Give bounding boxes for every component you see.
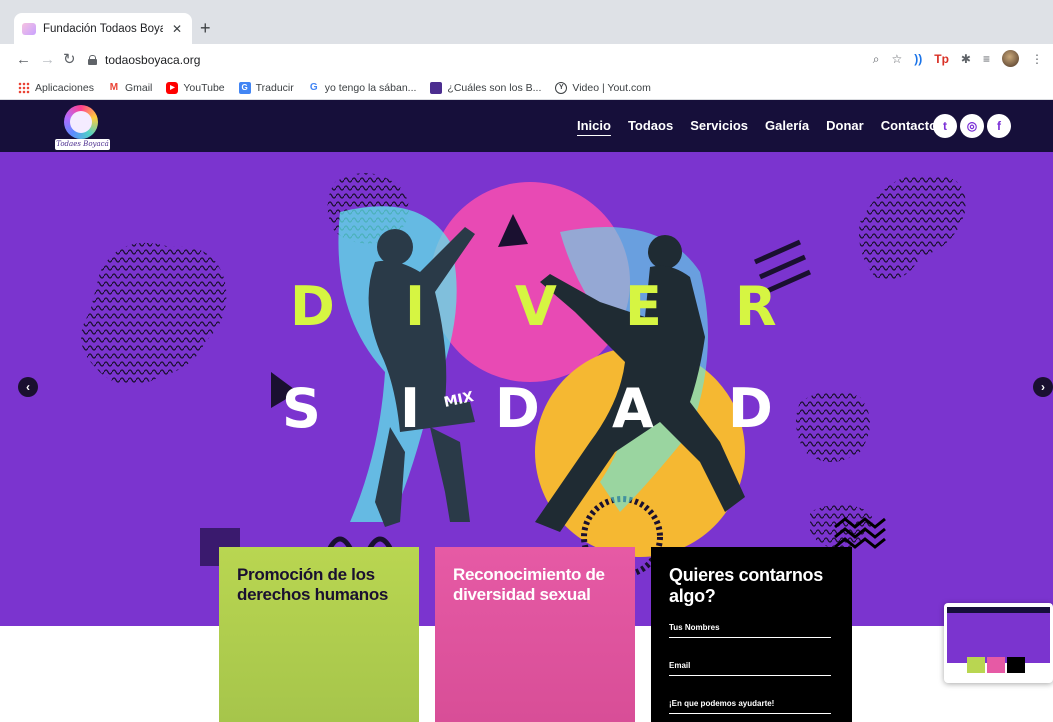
card-title: Promoción de los derechos humanos [237,565,389,604]
bookmark-translate[interactable]: G Traducir [238,81,294,94]
google-icon: G [309,81,318,93]
card-derechos-humanos[interactable]: Promoción de los derechos humanos [219,547,419,722]
bookmark-label: YouTube [183,81,225,94]
yout-icon: Y [555,81,568,94]
bookmark-label: Gmail [124,81,153,94]
lock-icon [88,55,97,65]
hero-letter: A [612,377,654,440]
hero-letter: D [290,275,335,338]
menu-item-servicios[interactable]: Servicios [690,118,748,133]
gmail-icon: M [109,81,119,93]
message-field[interactable]: ¡En que podemos ayudarte! [669,699,831,714]
menu-item-galeria[interactable]: Galería [765,118,809,133]
slider-prev-icon[interactable]: ‹ [18,377,38,397]
zoom-icon[interactable]: ⌕ [873,51,880,67]
hero-letter: V [515,275,557,338]
bookmark-label: ¿Cuáles son los B... [447,81,542,94]
menu-item-donar[interactable]: Donar [826,118,864,133]
hero-letter: I [405,275,426,338]
extension-tp-icon[interactable]: Tp [934,51,949,67]
bookmark-google-search[interactable]: G yo tengo la sában... [308,82,417,94]
toolbar-actions: ⌕ ☆ )) Tp ✱ ≡ ⋮ [873,50,1043,67]
forward-arrow-icon[interactable]: → [40,51,55,69]
reading-list-icon[interactable]: ≡ [983,51,990,67]
bookmarks-bar: Aplicaciones M Gmail ▶ YouTube G Traduci… [0,76,1053,100]
apps-grid-icon [18,81,30,94]
tab-title: Fundación Todaos Boyaca | Fu [43,22,163,35]
bookmark-star-icon[interactable]: ☆ [891,51,902,67]
translate-icon: G [238,81,251,94]
browser-tab-strip: Fundación Todaos Boyaca | Fu ✕ + [0,0,1053,44]
contact-form-card: Quieres contarnos algo? Tus Nombres Email… [651,547,852,722]
hero-letter: I [400,377,421,440]
youtube-icon: ▶ [166,81,179,94]
hero-letter: D [728,377,773,440]
hero-letter: E [625,275,662,338]
browser-tab[interactable]: Fundación Todaos Boyaca | Fu ✕ [14,13,192,44]
bookmark-label: yo tengo la sában... [324,81,417,94]
site-header: Todaes Boyacá Inicio Todaos Servicios Ga… [0,100,1053,152]
card-title: Reconocimiento de diversidad sexual [453,565,605,604]
hero-letter: R [735,275,777,338]
menu-item-contacto[interactable]: Contacto [881,118,937,133]
contact-form-title: Quieres contarnos algo? [669,565,823,606]
bookmark-label: Video | Yout.com [572,81,651,94]
profile-avatar[interactable] [1002,50,1019,67]
bookmark-label: Aplicaciones [35,81,94,94]
slider-next-icon[interactable]: › [1033,377,1053,397]
menu-item-inicio[interactable]: Inicio [577,118,611,133]
bookmark-page[interactable]: ¿Cuáles son los B... [430,81,542,94]
hero-letter: D [495,377,540,440]
logo-emblem-icon [64,105,98,139]
bookmark-youtube[interactable]: ▶ YouTube [166,81,225,94]
menu-item-todaos[interactable]: Todaos [628,118,673,133]
close-tab-icon[interactable]: ✕ [170,22,184,36]
thumbnail-card [987,657,1005,673]
bookmark-apps[interactable]: Aplicaciones [18,81,94,94]
thumbnail-hero [947,613,1050,663]
bookmark-yout[interactable]: Y Video | Yout.com [555,81,651,94]
extensions-puzzle-icon[interactable]: ✱ [961,51,971,67]
twitter-icon[interactable]: t [933,114,957,138]
thumbnail-card [967,657,985,673]
site-logo[interactable]: Todaes Boyacá [55,105,110,150]
site-favicon-icon [22,22,36,35]
reload-icon[interactable]: ↻ [63,51,76,69]
menu-kebab-icon[interactable]: ⋮ [1031,51,1043,67]
social-links: t ◎ f [933,114,1011,138]
card-diversidad-sexual[interactable]: Reconocimiento de diversidad sexual [435,547,635,722]
name-field[interactable]: Tus Nombres [669,623,831,638]
url-text: todaosboyaca.org [105,53,201,67]
email-field[interactable]: Email [669,661,831,676]
hero-letter: S [282,377,321,440]
facebook-icon[interactable]: f [987,114,1011,138]
logo-text: Todaes Boyacá [55,139,110,150]
back-arrow-icon[interactable]: ← [16,51,31,69]
extension-wave-icon[interactable]: )) [914,51,922,67]
browser-toolbar: ← → ↻ todaosboyaca.org ⌕ ☆ )) Tp ✱ ≡ ⋮ [0,44,1053,76]
bookmark-gmail[interactable]: M Gmail [108,81,153,94]
floating-preview-thumbnail[interactable] [944,603,1053,683]
new-tab-button[interactable]: + [200,19,211,37]
bookmark-label: Traducir [255,81,294,94]
instagram-icon[interactable]: ◎ [960,114,984,138]
thumbnail-card [1007,657,1025,673]
page-icon [430,81,443,94]
main-menu: Inicio Todaos Servicios Galería Donar Co… [577,118,937,133]
